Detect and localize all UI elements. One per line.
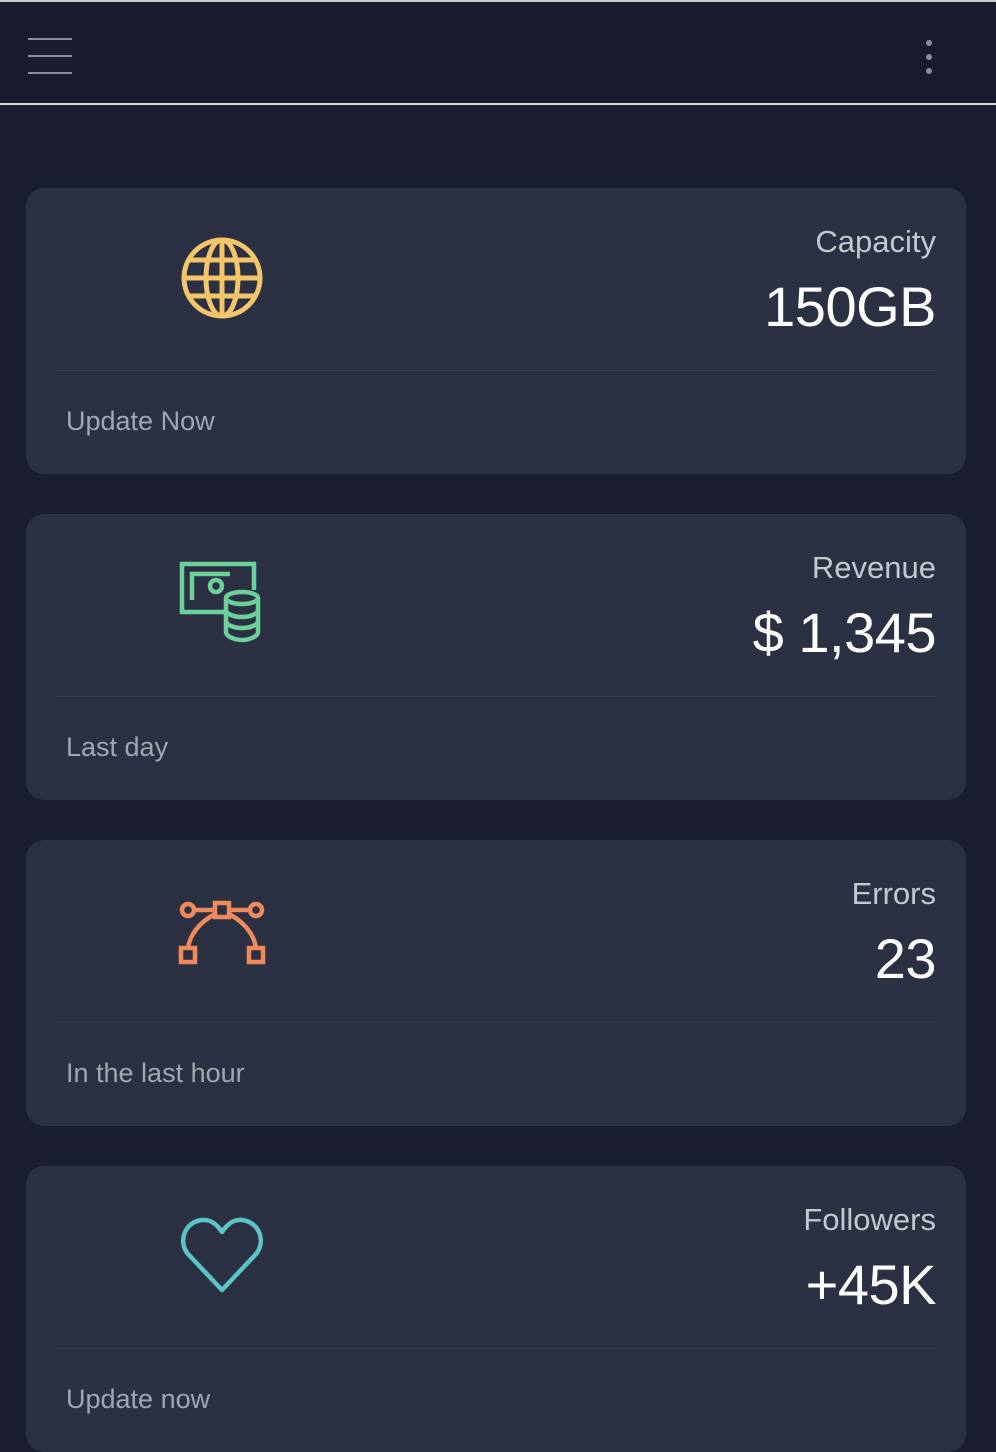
- card-value: 150GB: [764, 275, 936, 338]
- stat-card-capacity: Capacity 150GB Update Now: [26, 188, 966, 474]
- more-options-icon[interactable]: [922, 40, 936, 76]
- card-divider: [56, 696, 936, 697]
- hamburger-menu-icon[interactable]: [28, 38, 72, 74]
- globe-icon: [178, 234, 266, 322]
- card-footer-link[interactable]: Last day: [66, 732, 168, 763]
- card-value: 23: [874, 927, 937, 990]
- card-footer-link[interactable]: Update now: [66, 1384, 210, 1415]
- card-divider: [56, 1022, 936, 1023]
- card-divider: [56, 1348, 936, 1349]
- card-value: +45K: [805, 1253, 937, 1316]
- card-title: Followers: [803, 1202, 936, 1237]
- card-title: Revenue: [811, 550, 936, 585]
- heart-icon: [178, 1212, 266, 1300]
- card-value: $ 1,345: [752, 601, 937, 664]
- card-footer-link[interactable]: Update Now: [66, 406, 215, 437]
- vector-curve-icon: [178, 886, 266, 974]
- card-footer-link[interactable]: In the last hour: [66, 1058, 245, 1089]
- card-divider: [56, 370, 936, 371]
- money-coins-icon: [178, 560, 266, 648]
- stat-card-errors: Errors 23 In the last hour: [26, 840, 966, 1126]
- top-navbar: [0, 0, 996, 105]
- stat-card-followers: Followers +45K Update now: [26, 1166, 966, 1452]
- stat-card-revenue: Revenue $ 1,345 Last day: [26, 514, 966, 800]
- card-title: Errors: [851, 876, 936, 911]
- card-title: Capacity: [815, 224, 936, 259]
